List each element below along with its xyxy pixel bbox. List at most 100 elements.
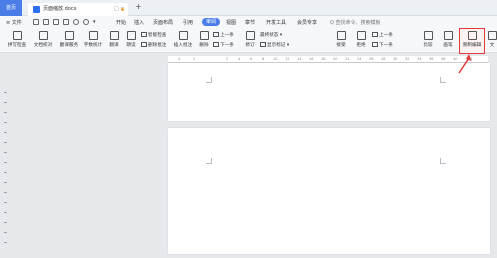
pen-button[interactable]: 画笔 xyxy=(440,29,456,53)
insert-comment-label: 插入批注 xyxy=(173,43,193,48)
open-icon[interactable] xyxy=(43,19,49,25)
show-markup-button[interactable]: 显示标记 ▾ xyxy=(260,42,289,48)
print-icon[interactable] xyxy=(53,19,59,25)
tab-member[interactable]: 会员专享 xyxy=(297,19,317,26)
tab-page-layout[interactable]: 页面布局 xyxy=(153,19,173,26)
restrict-editing-button[interactable]: 限制编辑 xyxy=(459,28,485,54)
proofread-icon xyxy=(38,31,48,40)
translate-icon xyxy=(109,31,119,40)
ruler-tick-label: 28 xyxy=(381,57,386,61)
delete-comment-label: 删除 xyxy=(199,43,209,48)
save-icon[interactable] xyxy=(33,19,39,25)
redo-icon[interactable] xyxy=(83,19,89,25)
print-preview-icon[interactable] xyxy=(63,19,69,25)
ruler-tick-label: 2 xyxy=(193,57,196,61)
translate-service-icon xyxy=(64,31,74,40)
unsaved-dot-icon xyxy=(121,8,124,11)
ruler-tick-label: 38 xyxy=(441,57,446,61)
compare-button[interactable]: 比较 xyxy=(420,29,436,53)
spell-check-label: 拼写检查 xyxy=(7,43,27,48)
tab-insert[interactable]: 插入 xyxy=(134,19,144,26)
show-markup-icon xyxy=(260,42,266,47)
ruler-tick-label: 18 xyxy=(321,57,326,61)
tab-chapter[interactable]: 章节 xyxy=(245,19,255,26)
tab-references[interactable]: 引用 xyxy=(183,19,193,26)
ruler-tick-label: 24 xyxy=(357,57,362,61)
compare-icon xyxy=(423,31,433,40)
ruler-tick-label: 8 xyxy=(262,57,265,61)
tab-home[interactable]: 开始 xyxy=(116,19,126,26)
ruler-tick-label: 4 xyxy=(178,57,181,61)
insert-comment-icon xyxy=(178,31,188,40)
prev-comment-icon xyxy=(213,32,219,37)
pen-icon xyxy=(443,31,453,40)
accept-button[interactable]: 接受 xyxy=(332,29,350,53)
review-ribbon: 拼写检查 文档校对 翻译服务 字数统计 翻译 朗读 智能检查 删除批注 插入批注… xyxy=(0,28,497,54)
menu-bar: ≡ 文件 ▾ 开始 插入 页面布局 引用 审阅 视图 章节 开发工具 会员专享 … xyxy=(0,16,497,29)
ruler-tick-label: 26 xyxy=(369,57,374,61)
translate-service-label: 翻译服务 xyxy=(59,43,79,48)
tab-view[interactable]: 视图 xyxy=(226,19,236,26)
word-count-button[interactable]: 字数统计 xyxy=(82,29,104,53)
next-comment-icon xyxy=(213,42,219,47)
spell-check-icon xyxy=(12,31,22,40)
more-icon[interactable]: ▾ xyxy=(93,19,96,25)
translate-service-button[interactable]: 翻译服务 xyxy=(57,29,81,53)
ruler-tick-label: 30 xyxy=(393,57,398,61)
document-tab[interactable]: 页面缩放.docx □ × xyxy=(28,3,128,16)
prev-change-icon xyxy=(372,32,378,37)
margin-corner-mark xyxy=(206,77,212,83)
margin-corner-mark xyxy=(440,158,446,164)
horizontal-ruler[interactable]: 4 2 2 4 6 8 10 12 14 16 18 20 22 24 26 2… xyxy=(168,56,488,63)
command-search[interactable]: Q 查找命令、搜索模板 xyxy=(330,19,381,26)
ruler-tick-label: 36 xyxy=(429,57,434,61)
final-state-select[interactable]: 最终状态 ▾ xyxy=(260,32,282,38)
delete-comment-icon xyxy=(199,31,209,40)
reject-label: 拒绝 xyxy=(356,43,366,48)
home-tab[interactable]: 首页 xyxy=(0,0,22,16)
delete-all-icon xyxy=(141,42,147,47)
prev-change-button[interactable]: 上一条 xyxy=(372,32,393,38)
file-menu[interactable]: ≡ 文件 xyxy=(6,19,22,26)
next-change-button[interactable]: 下一条 xyxy=(372,42,393,48)
prev-comment-button[interactable]: 上一条 xyxy=(213,32,234,38)
doc-proofread-button[interactable]: 文档校对 xyxy=(31,29,55,53)
ruler-tick-label: 12 xyxy=(285,57,290,61)
doc-permission-button[interactable]: 文 xyxy=(487,29,497,53)
prev-change-label: 上一条 xyxy=(379,33,393,38)
restrict-editing-label: 限制编辑 xyxy=(462,43,482,48)
spell-check-button[interactable]: 拼写检查 xyxy=(5,29,29,53)
tab-developer[interactable]: 开发工具 xyxy=(266,19,286,26)
smart-check-button[interactable]: 智能检查 xyxy=(141,32,166,38)
tab-review[interactable]: 审阅 xyxy=(202,18,221,26)
prev-comment-label: 上一条 xyxy=(220,33,234,38)
ruler-tick-label: 2 xyxy=(226,57,229,61)
accept-icon xyxy=(336,31,346,40)
vertical-ruler xyxy=(3,92,9,252)
document-page-1[interactable] xyxy=(168,63,490,121)
read-aloud-button[interactable]: 朗读 xyxy=(124,29,138,53)
insert-comment-button[interactable]: 插入批注 xyxy=(170,29,196,53)
next-comment-button[interactable]: 下一条 xyxy=(213,42,234,48)
smart-check-label: 智能检查 xyxy=(148,33,167,38)
document-tab-label: 页面缩放.docx xyxy=(43,6,77,12)
delete-comment-button[interactable]: 删除 xyxy=(197,29,211,53)
undo-icon[interactable] xyxy=(73,19,79,25)
translate-label: 翻译 xyxy=(109,43,119,48)
new-tab-button[interactable]: + xyxy=(135,2,142,11)
margin-corner-mark xyxy=(206,158,212,164)
read-aloud-label: 朗读 xyxy=(126,43,136,48)
delete-all-label: 删除批注 xyxy=(148,43,167,48)
annotation-arrow-icon xyxy=(458,54,472,74)
word-doc-icon xyxy=(33,6,40,13)
word-count-label: 字数统计 xyxy=(83,43,103,48)
document-page-2[interactable] xyxy=(168,128,490,254)
delete-all-comments-button[interactable]: 删除批注 xyxy=(141,42,166,48)
restrict-editing-icon xyxy=(467,31,477,40)
smart-check-icon xyxy=(141,32,147,37)
reject-button[interactable]: 拒绝 xyxy=(353,29,369,53)
doc-permission-icon xyxy=(487,31,497,40)
translate-button[interactable]: 翻译 xyxy=(105,29,123,53)
track-changes-button[interactable]: 修订 xyxy=(243,29,257,53)
doc-proofread-label: 文档校对 xyxy=(33,43,53,48)
